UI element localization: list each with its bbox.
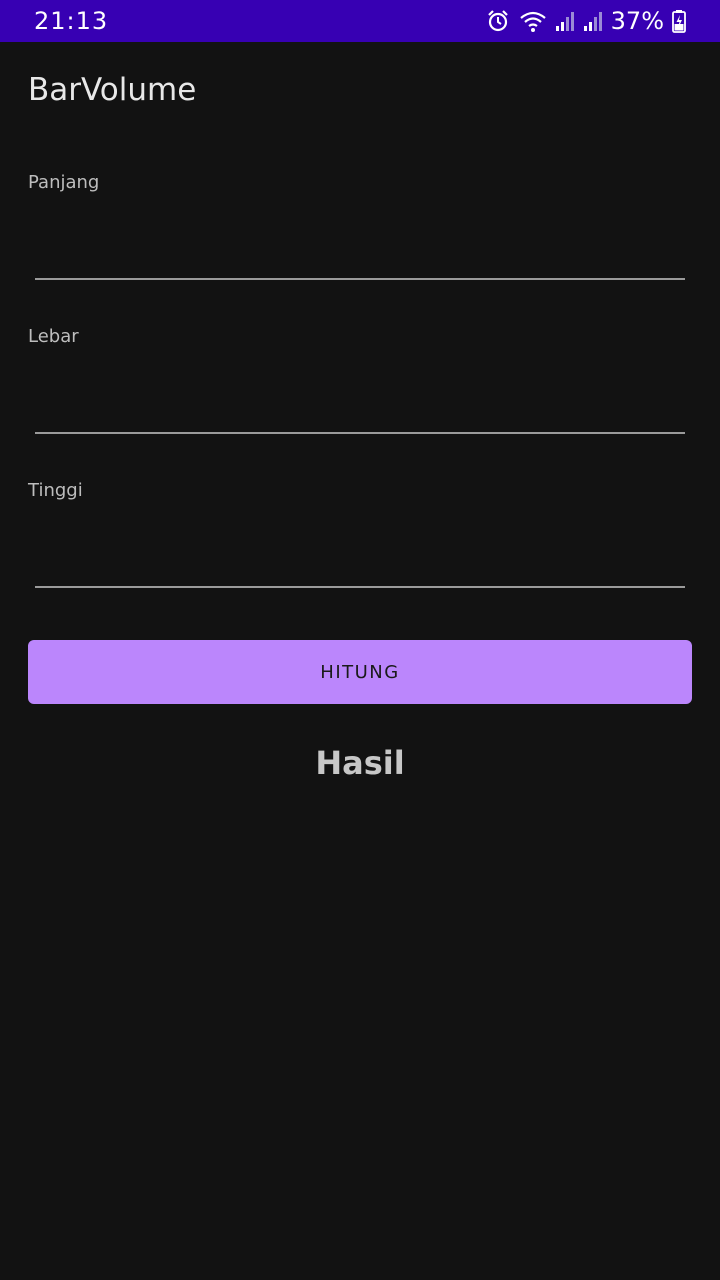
panjang-underline xyxy=(35,278,685,280)
tinggi-label: Tinggi xyxy=(28,480,83,501)
lebar-underline xyxy=(35,432,685,434)
tinggi-input[interactable] xyxy=(35,534,685,584)
panjang-input[interactable] xyxy=(35,226,685,276)
lebar-input[interactable] xyxy=(35,380,685,430)
lebar-label: Lebar xyxy=(28,326,79,347)
battery-percent: 37% xyxy=(610,7,664,35)
signal-icon xyxy=(555,10,575,32)
battery-charging-icon xyxy=(672,9,686,33)
tinggi-underline xyxy=(35,586,685,588)
hitung-button[interactable]: HITUNG xyxy=(28,640,692,704)
status-time: 21:13 xyxy=(34,7,109,35)
status-bar: 21:13 37% xyxy=(0,0,720,42)
panjang-label: Panjang xyxy=(28,172,100,193)
status-icons: 37% xyxy=(485,7,686,35)
signal-icon xyxy=(583,10,603,32)
wifi-icon xyxy=(519,9,547,33)
alarm-icon xyxy=(485,8,511,34)
app-title: BarVolume xyxy=(28,72,197,108)
result-text: Hasil xyxy=(315,744,405,782)
